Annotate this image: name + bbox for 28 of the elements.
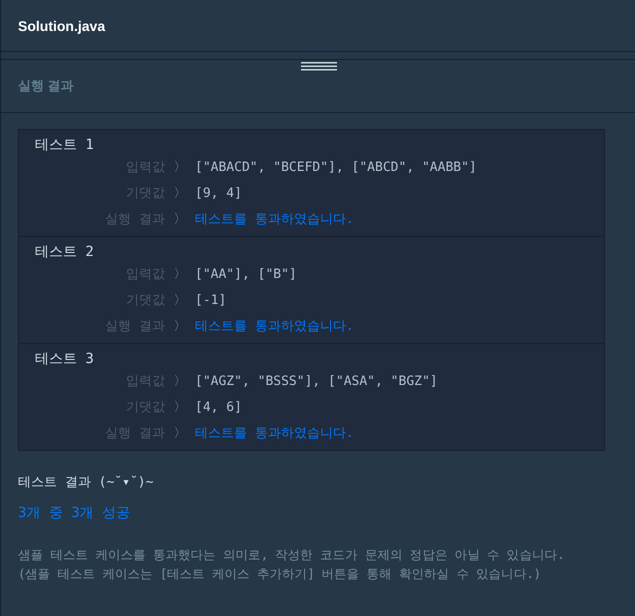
separator: 〉	[172, 211, 188, 229]
separator: 〉	[172, 373, 188, 391]
row-value: ["ABACD", "BCEFD"], ["ABCD", "AABB"]	[195, 159, 478, 177]
separator: 〉	[172, 318, 188, 336]
row-value: ["AGZ", "BSSS"], ["ASA", "BGZ"]	[195, 373, 439, 391]
separator: 〉	[172, 292, 188, 310]
row-value: 테스트를 통과하였습니다.	[195, 425, 355, 443]
panel-title: 실행 결과	[18, 77, 74, 95]
test-title: 테스트 1	[35, 136, 95, 155]
test-title: 테스트 2	[35, 243, 95, 262]
result-note: 샘플 테스트 케이스를 통과했다는 의미로, 작성한 코드가 문제의 정답은 아닐 수 있습니다.	[18, 546, 566, 564]
result-score: 3개 중 3개 성공	[18, 504, 132, 523]
test-title: 테스트 3	[35, 350, 95, 369]
result-note: (샘플 테스트 케이스는 [테스트 케이스 추가하기] 버튼을 통해 확인하실 수 있습니다.)	[18, 565, 542, 583]
row-value: ["AA"], ["B"]	[195, 266, 298, 284]
result-heading: 테스트 결과 (~˘▾˘)~	[18, 474, 154, 492]
separator: 〉	[172, 185, 188, 203]
row-value: [9, 4]	[195, 185, 243, 203]
resize-handle-icon[interactable]	[301, 62, 337, 71]
row-value: 테스트를 통과하였습니다.	[195, 211, 355, 229]
row-value: [4, 6]	[195, 399, 243, 417]
file-name: Solution.java	[18, 18, 106, 34]
row-value: 테스트를 통과하였습니다.	[195, 318, 355, 336]
separator: 〉	[172, 159, 188, 177]
separator: 〉	[172, 425, 188, 443]
row-value: [-1]	[195, 292, 228, 310]
separator: 〉	[172, 266, 188, 284]
separator: 〉	[172, 399, 188, 417]
